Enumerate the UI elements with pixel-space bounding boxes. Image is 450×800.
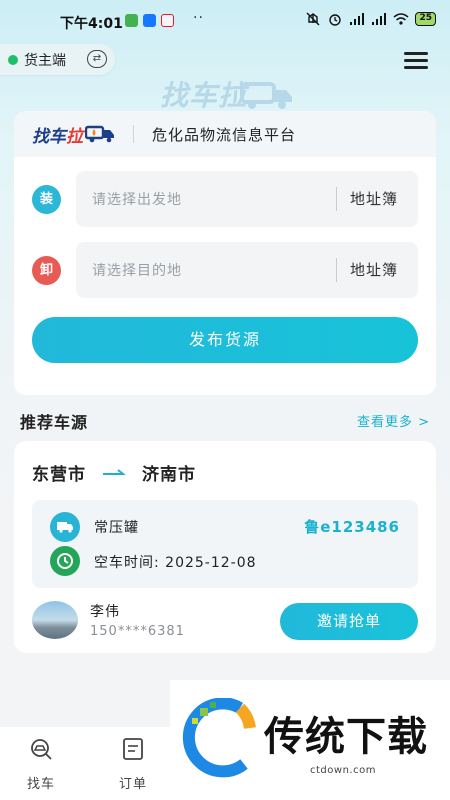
destination-input[interactable]: 请选择目的地 地址簿 [76, 242, 418, 298]
origin-address-book-button[interactable]: 地址簿 [350, 188, 398, 209]
site-title: 传统下载 [264, 714, 428, 760]
truck-icon [50, 512, 80, 542]
arrow-right-icon [103, 468, 126, 475]
vehicle-info-box: 常压罐 鲁e123486 空车时间: 2025-12-08 [32, 500, 418, 588]
site-url: ctdown.com [310, 765, 376, 776]
status-time: 下午4:01 [60, 16, 123, 32]
brand-slogan: 危化品物流信息平台 [152, 125, 297, 144]
hamburger-menu-button[interactable] [404, 52, 430, 70]
tab-find-vehicle-label: 找车 [26, 777, 55, 792]
origin-placeholder: 请选择出发地 [92, 192, 182, 208]
status-right: 25 [305, 12, 436, 26]
brand-logo: 找车拉 [32, 122, 115, 147]
origin-separator [336, 187, 337, 211]
alarm-icon [329, 14, 342, 26]
app-notify-icon [125, 14, 138, 27]
tab-find-vehicle[interactable]: 找车 [11, 737, 71, 792]
vehicle-card[interactable]: 东营市 济南市 常压罐 鲁e123486 空车时间: 2025-12-08 李伟… [14, 441, 436, 653]
tab-orders-label: 订单 [118, 777, 147, 792]
publish-cargo-button[interactable]: 发布货源 [32, 317, 418, 363]
driver-name: 李伟 [90, 604, 120, 620]
app-weibo-icon [161, 14, 174, 27]
destination-separator [336, 258, 337, 282]
route-from: 东营市 [32, 465, 86, 485]
swap-icon[interactable]: ⇄ [87, 50, 107, 68]
status-more-dots: ·· [193, 10, 204, 26]
brand-row: 找车拉 危化品物流信息平台 [14, 111, 436, 157]
invite-bid-button[interactable]: 邀请抢单 [280, 603, 418, 640]
car-search-icon [31, 739, 52, 760]
empty-time: 空车时间: 2025-12-08 [94, 555, 257, 571]
unload-badge: 卸 [32, 256, 61, 285]
load-badge: 装 [32, 185, 61, 214]
truck-logo-icon [240, 82, 292, 109]
view-more-link[interactable]: 查看更多 > [357, 411, 430, 430]
destination-placeholder: 请选择目的地 [92, 263, 182, 279]
header-watermark-logo: 找车拉 [160, 79, 248, 112]
origin-input[interactable]: 请选择出发地 地址簿 [76, 171, 418, 227]
recommend-section-title: 推荐车源 [20, 413, 89, 432]
order-list-icon [123, 738, 143, 760]
signal-1-icon [350, 13, 365, 25]
license-plate: 鲁e123486 [304, 518, 400, 536]
shipment-form-card: 找车拉 危化品物流信息平台 装 请选择出发地 地址簿 卸 请选择目的地 地址簿 … [14, 111, 436, 395]
brand-divider [133, 125, 134, 143]
vehicle-type: 常压罐 [94, 520, 139, 536]
tab-orders[interactable]: 订单 [103, 737, 163, 792]
destination-address-book-button[interactable]: 地址簿 [350, 259, 398, 280]
route-to: 济南市 [142, 465, 196, 485]
avatar [32, 601, 78, 639]
site-logo-icon [182, 698, 256, 778]
origin-row: 装 请选择出发地 地址簿 [32, 171, 418, 227]
signal-2-icon [372, 13, 387, 25]
download-site-watermark: 传统下载 ctdown.com [170, 680, 450, 800]
wifi-icon [393, 13, 409, 25]
battery-icon: 25 [415, 12, 436, 26]
hamburger-icon [404, 52, 428, 55]
role-label: 货主端 [24, 52, 66, 69]
driver-phone: 150****6381 [90, 624, 185, 639]
status-app-icons [125, 14, 174, 27]
status-bar: 下午4:01 ·· 25 [0, 0, 450, 44]
role-switch-pill[interactable]: 货主端 ⇄ [0, 44, 115, 75]
destination-row: 卸 请选择目的地 地址簿 [32, 242, 418, 298]
clock-icon [50, 546, 80, 576]
mute-icon [306, 12, 320, 26]
role-status-dot [8, 54, 18, 65]
app-alipay-icon [143, 14, 156, 27]
route: 东营市 济南市 [32, 460, 196, 485]
brand-truck-icon [85, 125, 114, 143]
